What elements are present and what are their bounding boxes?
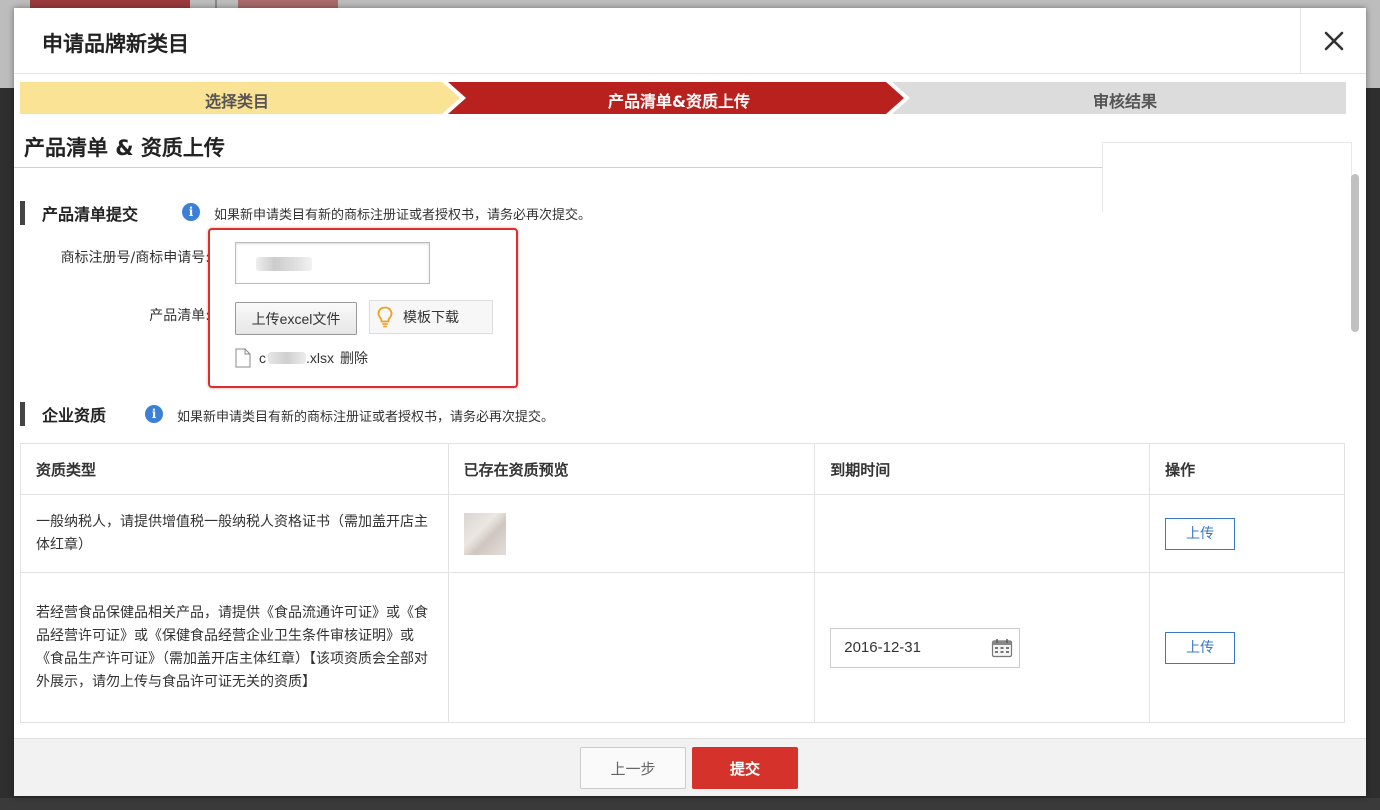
enterprise-qualification-heading: 企业资质 <box>20 402 106 426</box>
upload-excel-button[interactable]: 上传excel文件 <box>235 302 357 335</box>
expiry-date-value: 2016-12-31 <box>844 639 921 656</box>
background-page-bottom <box>0 798 1380 810</box>
scrollbar[interactable] <box>1350 170 1360 740</box>
column-header-type: 资质类型 <box>20 443 449 495</box>
heading-bar <box>20 402 25 426</box>
dialog-title: 申请品牌新类目 <box>42 32 189 56</box>
upload-button[interactable]: 上传 <box>1165 631 1236 664</box>
close-icon <box>1324 31 1343 51</box>
preview-cell <box>447 494 816 573</box>
calendar-icon[interactable] <box>991 638 1013 658</box>
enterprise-hint: 如果新申请类目有新的商标注册证或者授权书，请务必再次提交。 <box>177 410 555 425</box>
column-header-expiry: 到期时间 <box>814 443 1151 495</box>
delete-file-link[interactable]: 删除 <box>340 348 368 368</box>
step-review-result: 审核结果 <box>1092 92 1157 111</box>
section-title: 产品清单 & 资质上传 <box>24 136 225 160</box>
qualification-thumbnail[interactable] <box>463 512 506 555</box>
step-select-category: 选择类目 <box>204 92 269 111</box>
background-divider <box>215 0 217 8</box>
heading-bar <box>20 201 25 225</box>
submit-button[interactable]: 提交 <box>692 747 798 789</box>
expiry-date-input[interactable]: 2016-12-31 <box>830 627 1021 668</box>
scrollbar-thumb[interactable] <box>1351 174 1359 332</box>
step-product-list-upload: 产品清单&资质上传 <box>608 92 750 111</box>
uploaded-file-row: c .xlsx 删除 <box>235 348 368 368</box>
upload-button[interactable]: 上传 <box>1165 517 1236 550</box>
enterprise-heading-text: 企业资质 <box>42 406 107 425</box>
column-header-preview: 已存在资质预览 <box>447 443 816 495</box>
overlay-panel <box>1102 142 1352 212</box>
qualification-type-cell: 若经营食品保健品相关产品，请提供《食品流通许可证》或《食品经营许可证》或《保健食… <box>20 572 449 723</box>
expiry-cell <box>814 494 1151 573</box>
preview-cell <box>447 572 816 723</box>
dialog-footer: 上一步 提交 <box>14 738 1366 796</box>
file-name-prefix: c <box>259 350 266 366</box>
product-list-hint: 如果新申请类目有新的商标注册证或者授权书，请务必再次提交。 <box>214 208 592 223</box>
column-header-action: 操作 <box>1149 443 1345 495</box>
trademark-number-input[interactable] <box>235 242 430 284</box>
lightbulb-icon <box>377 306 393 328</box>
product-list-heading-text: 产品清单提交 <box>42 205 139 224</box>
qualification-type-cell: 一般纳税人，请提供增值税一般纳税人资格证书（需加盖开店主体红章） <box>20 494 449 573</box>
background-nav-title <box>238 0 338 8</box>
info-icon: i <box>182 203 200 221</box>
redacted-value <box>256 257 312 271</box>
expiry-cell: 2016-12-31 <box>814 572 1151 723</box>
dialog-header: 申请品牌新类目 <box>14 8 1366 74</box>
apply-brand-category-dialog: 申请品牌新类目 选择类目 产品清单&资质上传 审核结果 产品清单 & 资质上传 … <box>14 8 1366 796</box>
file-icon <box>235 348 251 368</box>
action-cell: 上传 <box>1149 494 1345 573</box>
qualification-table: 资质类型 已存在资质预览 到期时间 操作 一般纳税人，请提供增值税一般纳税人资格… <box>20 443 1345 723</box>
action-cell: 上传 <box>1149 572 1345 723</box>
product-list-label: 产品清单: <box>149 308 210 324</box>
step-progress-bar: 选择类目 产品清单&资质上传 审核结果 <box>20 82 1346 114</box>
table-row: 若经营食品保健品相关产品，请提供《食品流通许可证》或《食品经营许可证》或《保健食… <box>20 572 1345 723</box>
previous-step-button[interactable]: 上一步 <box>580 747 686 789</box>
template-download-label: 模板下载 <box>403 310 459 326</box>
product-list-heading: 产品清单提交 <box>20 201 138 225</box>
trademark-number-label: 商标注册号/商标申请号: <box>60 250 210 266</box>
table-header-row: 资质类型 已存在资质预览 到期时间 操作 <box>20 443 1345 495</box>
background-logo <box>30 0 190 8</box>
file-name-suffix: .xlsx <box>306 350 334 366</box>
close-button[interactable] <box>1300 8 1366 74</box>
template-download-button[interactable]: 模板下载 <box>369 300 493 334</box>
info-icon: i <box>145 405 163 423</box>
table-row: 一般纳税人，请提供增值税一般纳税人资格证书（需加盖开店主体红章） 上传 <box>20 494 1345 573</box>
redacted-file-name <box>268 352 306 364</box>
